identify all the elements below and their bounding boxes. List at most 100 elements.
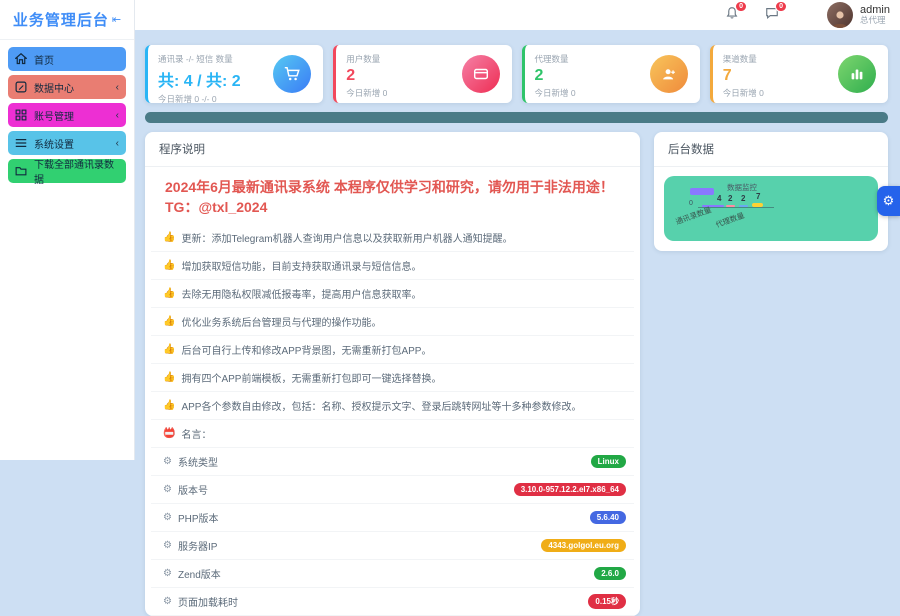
thumbs-up-icon: 👍 [163, 344, 175, 355]
chart-bar [752, 203, 763, 207]
list-item-text: 去除无用隐私权限减低报毒率，提高用户信息获取率。 [181, 286, 421, 301]
section-divider [145, 112, 888, 123]
chart-title: 数据监控 [727, 182, 757, 193]
gear-icon: ⚙ [163, 540, 172, 551]
thumbs-up-icon: 👍 [163, 232, 175, 243]
messages-button[interactable]: 0 [765, 6, 779, 25]
chevron-left-icon: ‹ [116, 82, 119, 93]
status-badge: Linux [591, 455, 626, 468]
program-notes-panel: 程序说明 2024年6月最新通讯录系统 本程序仅供学习和研究，请勿用于非法用途！… [145, 132, 640, 616]
status-badge: 3.10.0-957.12.2.el7.x86_64 [514, 483, 626, 496]
list-item-text: 后台可自行上传和修改APP背景图，无需重新打包APP。 [181, 342, 431, 357]
list-item: 👍 后台可自行上传和修改APP背景图，无需重新打包APP。 [151, 336, 634, 364]
gear-icon: ⚙ [163, 456, 172, 467]
info-label: 页面加载耗时 [178, 594, 238, 609]
sidebar-item-data-center[interactable]: 数据中心 ‹ [8, 75, 126, 99]
sidebar: 业务管理后台 ⇤ 首页 数据中心 ‹ 账号管理 ‹ [0, 0, 135, 460]
list-item-text: 拥有四个APP前端模板，无需重新打包即可一键选择替换。 [181, 370, 441, 385]
chart-y-zero-label: 0 [689, 200, 693, 207]
notification-bell-button[interactable]: 0 [725, 6, 739, 25]
bar-chart-icon [838, 55, 876, 93]
stat-card-contacts-sms: 通讯录 -/- 短信 数量 共: 4 / 共: 2 今日新增 0 -/- 0 [145, 45, 323, 103]
info-label: 服务器IP [178, 538, 217, 553]
name-badge-icon: 📛 [163, 428, 175, 439]
folder-icon [15, 165, 28, 178]
user-role: 总代理 [860, 16, 890, 26]
sidebar-item-label: 首页 [34, 52, 54, 67]
stat-cards-row: 通讯录 -/- 短信 数量 共: 4 / 共: 2 今日新增 0 -/- 0 用… [145, 45, 888, 103]
sidebar-item-settings[interactable]: 系统设置 ‹ [8, 131, 126, 155]
info-label: 系统类型 [178, 454, 218, 469]
info-row-server-ip: ⚙ 服务器IP 4343.golgol.eu.org [151, 532, 634, 560]
chart-category-label: 通讯录数量 [674, 204, 713, 227]
status-badge: 5.6.40 [590, 511, 626, 524]
list-item: 👍 拥有四个APP前端模板，无需重新打包即可一键选择替换。 [151, 364, 634, 392]
user-menu[interactable]: admin 总代理 [827, 2, 890, 28]
messages-badge: 0 [775, 1, 787, 12]
chevron-left-icon: ‹ [116, 138, 119, 149]
sidebar-item-download-contacts[interactable]: 下载全部通讯录数据 [8, 159, 126, 183]
grid-icon [15, 109, 28, 122]
chart-legend-swatch [690, 188, 714, 195]
quote-row: 📛 名言： [151, 420, 634, 448]
stat-card-users: 用户数量 2 今日新增 0 [333, 45, 511, 103]
main-content: 通讯录 -/- 短信 数量 共: 4 / 共: 2 今日新增 0 -/- 0 用… [135, 30, 900, 460]
sidebar-item-label: 数据中心 [34, 80, 74, 95]
sidebar-item-home[interactable]: 首页 [8, 47, 126, 71]
sidebar-header: 业务管理后台 ⇤ [0, 0, 134, 40]
stat-card-agents: 代理数量 2 今日新增 0 [522, 45, 700, 103]
panel-title: 后台数据 [654, 132, 888, 167]
sidebar-item-accounts[interactable]: 账号管理 ‹ [8, 103, 126, 127]
cart-icon [273, 55, 311, 93]
list-item: 👍 优化业务系统后台管理员与代理的操作功能。 [151, 308, 634, 336]
info-label: 版本号 [178, 482, 208, 497]
chart-category-label: 代理数量 [714, 210, 746, 231]
thumbs-up-icon: 👍 [163, 260, 175, 271]
mini-chart: 数据监控 0 4227 通讯录数量 代理数量 [664, 176, 878, 241]
list-item: 👍 去除无用隐私权限减低报毒率，提高用户信息获取率。 [151, 280, 634, 308]
avatar [827, 2, 853, 28]
status-badge: 0.15秒 [588, 594, 626, 609]
info-row-os: ⚙ 系统类型 Linux [151, 448, 634, 476]
quote-label: 名言： [181, 426, 211, 441]
thumbs-up-icon: 👍 [163, 288, 175, 299]
edit-icon [15, 81, 28, 94]
info-row-kernel: ⚙ 版本号 3.10.0-957.12.2.el7.x86_64 [151, 476, 634, 504]
sidebar-collapse-icon[interactable]: ⇤ [112, 13, 121, 26]
topbar: 0 0 admin 总代理 [135, 0, 900, 30]
home-icon [15, 53, 28, 66]
gear-icon: ⚙ [163, 568, 172, 579]
chart-value-label: 2 [728, 194, 732, 203]
thumbs-up-icon: 👍 [163, 316, 175, 327]
user-icon [650, 55, 688, 93]
list-item-text: 增加获取短信功能，目前支持获取通讯录与短信信息。 [181, 258, 421, 273]
chart-value-label: 7 [756, 192, 760, 201]
thumbs-up-icon: 👍 [163, 372, 175, 383]
list-item-text: 优化业务系统后台管理员与代理的操作功能。 [181, 314, 381, 329]
gear-icon: ⚙ [883, 193, 895, 209]
wallet-icon [462, 55, 500, 93]
app-title: 业务管理后台 [13, 9, 109, 30]
gear-icon: ⚙ [163, 512, 172, 523]
panels-row: 程序说明 2024年6月最新通讯录系统 本程序仅供学习和研究，请勿用于非法用途！… [145, 132, 888, 616]
chart-bar [739, 205, 748, 207]
gear-icon: ⚙ [163, 484, 172, 495]
sidebar-item-label: 系统设置 [34, 136, 74, 151]
list-item-text: 更新：添加Telegram机器人查询用户信息以及获取新用户机器人通知提醒。 [181, 230, 512, 245]
user-info: admin 总代理 [860, 4, 890, 26]
notes-list: 👍 更新：添加Telegram机器人查询用户信息以及获取新用户机器人通知提醒。 … [145, 224, 640, 616]
floating-settings-button[interactable]: ⚙ [877, 186, 900, 216]
sidebar-item-label: 下载全部通讯录数据 [34, 156, 119, 186]
info-row-zend: ⚙ Zend版本 2.6.0 [151, 560, 634, 588]
info-row-load-time: ⚙ 页面加载耗时 0.15秒 [151, 588, 634, 616]
sidebar-menu: 首页 数据中心 ‹ 账号管理 ‹ 系统设置 ‹ [0, 40, 134, 194]
gear-icon: ⚙ [163, 596, 172, 607]
backend-data-panel: 后台数据 数据监控 0 4227 通讯录数量 代理数量 [654, 132, 888, 251]
status-badge: 2.6.0 [594, 567, 626, 580]
chart-value-label: 4 [717, 194, 721, 203]
stat-card-channels: 渠道数量 7 今日新增 0 [710, 45, 888, 103]
info-row-php: ⚙ PHP版本 5.6.40 [151, 504, 634, 532]
list-item: 👍 更新：添加Telegram机器人查询用户信息以及获取新用户机器人通知提醒。 [151, 224, 634, 252]
notification-badge: 0 [735, 1, 747, 12]
panel-title: 程序说明 [145, 132, 640, 167]
